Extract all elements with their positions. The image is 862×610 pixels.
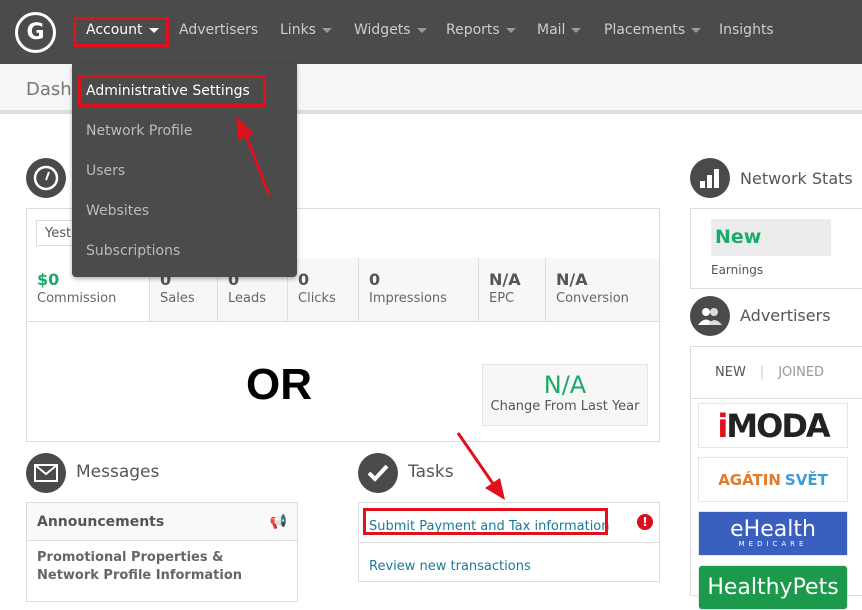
- annotation-arrows: [236, 116, 505, 500]
- arrow-down-icon: [456, 432, 498, 489]
- arrow-up-icon: [242, 129, 271, 196]
